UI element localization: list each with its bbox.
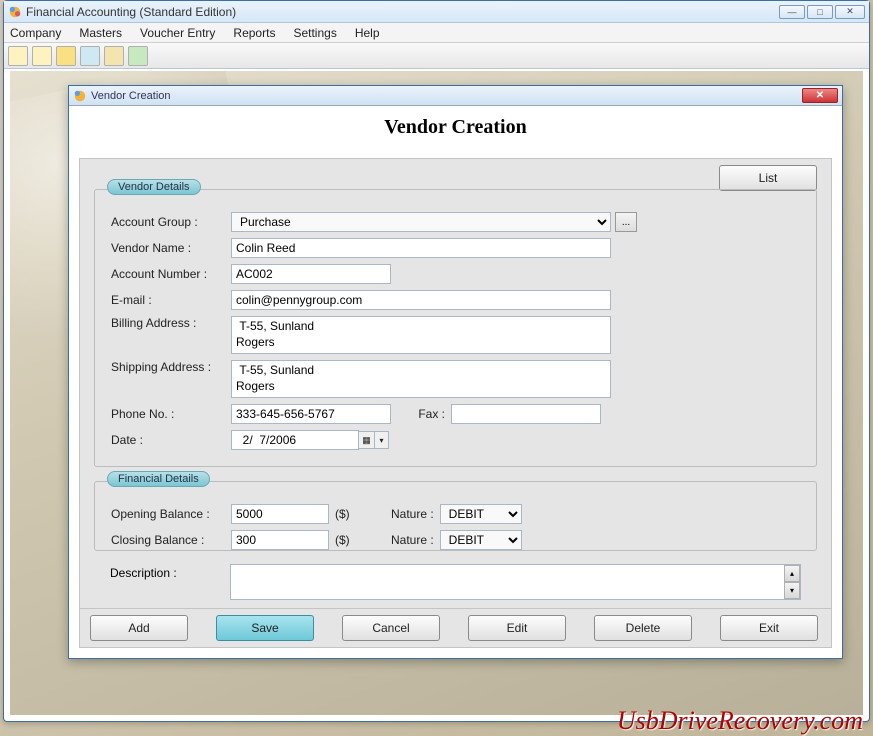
menu-reports[interactable]: Reports <box>233 26 275 40</box>
menu-company[interactable]: Company <box>10 26 61 40</box>
label-nature-open: Nature : <box>350 507 440 521</box>
form-panel: List Vendor Details Account Group : Purc… <box>79 158 832 618</box>
maximize-button[interactable]: □ <box>807 5 833 19</box>
toolbar-icon-6[interactable] <box>128 46 148 66</box>
vendor-details-group: Vendor Details Account Group : Purchase … <box>94 189 817 467</box>
app-icon <box>8 5 22 19</box>
description-row: Description : ▴ ▾ <box>110 564 801 603</box>
dialog-icon <box>73 89 87 103</box>
account-group-browse-button[interactable]: ... <box>615 212 637 232</box>
toolbar-icon-4[interactable] <box>80 46 100 66</box>
label-opening-balance: Opening Balance : <box>111 507 231 521</box>
nature-open-select[interactable]: DEBIT <box>440 504 522 524</box>
scroll-down-icon[interactable]: ▾ <box>784 582 800 599</box>
main-window-title: Financial Accounting (Standard Edition) <box>26 5 236 19</box>
label-billing-address: Billing Address : <box>111 316 231 330</box>
currency-open: ($) <box>335 507 350 521</box>
description-input[interactable] <box>230 564 801 600</box>
label-account-group: Account Group : <box>111 215 231 229</box>
main-titlebar: Financial Accounting (Standard Edition) … <box>4 1 869 23</box>
exit-button[interactable]: Exit <box>720 615 818 641</box>
currency-close: ($) <box>335 533 350 547</box>
cancel-button[interactable]: Cancel <box>342 615 440 641</box>
menubar: Company Masters Voucher Entry Reports Se… <box>4 23 869 43</box>
menu-settings[interactable]: Settings <box>293 26 336 40</box>
menu-masters[interactable]: Masters <box>79 26 122 40</box>
toolbar-icon-5[interactable] <box>104 46 124 66</box>
dialog-heading: Vendor Creation <box>69 106 842 145</box>
closing-balance-input[interactable] <box>231 530 329 550</box>
watermark: UsbDriveRecovery.com <box>617 706 863 736</box>
date-dropdown-icon[interactable]: ▾ <box>375 431 389 449</box>
opening-balance-input[interactable] <box>231 504 329 524</box>
financial-details-legend: Financial Details <box>107 471 210 487</box>
main-window: Financial Accounting (Standard Edition) … <box>3 0 870 722</box>
toolbar-icon-1[interactable] <box>8 46 28 66</box>
phone-input[interactable] <box>231 404 391 424</box>
toolbar-icon-3[interactable] <box>56 46 76 66</box>
vendor-creation-dialog: Vendor Creation ✕ Vendor Creation List V… <box>68 85 843 659</box>
toolbar <box>4 43 869 69</box>
menu-voucher-entry[interactable]: Voucher Entry <box>140 26 215 40</box>
label-nature-close: Nature : <box>350 533 440 547</box>
label-vendor-name: Vendor Name : <box>111 241 231 255</box>
label-description: Description : <box>110 564 230 580</box>
label-date: Date : <box>111 433 231 447</box>
label-email: E-mail : <box>111 293 231 307</box>
financial-details-group: Financial Details Opening Balance : ($) … <box>94 481 817 551</box>
close-button[interactable]: ✕ <box>835 5 865 19</box>
minimize-button[interactable]: — <box>779 5 805 19</box>
add-button[interactable]: Add <box>90 615 188 641</box>
label-shipping-address: Shipping Address : <box>111 360 231 374</box>
list-button[interactable]: List <box>719 165 817 191</box>
label-phone: Phone No. : <box>111 407 231 421</box>
date-input[interactable] <box>231 430 359 450</box>
edit-button[interactable]: Edit <box>468 615 566 641</box>
account-group-select[interactable]: Purchase <box>231 212 611 232</box>
label-closing-balance: Closing Balance : <box>111 533 231 547</box>
save-button[interactable]: Save <box>216 615 314 641</box>
delete-button[interactable]: Delete <box>594 615 692 641</box>
email-input[interactable] <box>231 290 611 310</box>
label-fax: Fax : <box>391 407 451 421</box>
vendor-details-legend: Vendor Details <box>107 179 201 195</box>
calendar-icon[interactable]: ▦ <box>359 431 375 449</box>
shipping-address-input[interactable]: T-55, Sunland Rogers <box>231 360 611 398</box>
menu-help[interactable]: Help <box>355 26 380 40</box>
dialog-title: Vendor Creation <box>91 90 171 102</box>
label-account-number: Account Number : <box>111 267 231 281</box>
dialog-titlebar[interactable]: Vendor Creation ✕ <box>69 86 842 106</box>
scroll-up-icon[interactable]: ▴ <box>784 565 800 582</box>
account-number-input[interactable] <box>231 264 391 284</box>
button-bar: Add Save Cancel Edit Delete Exit <box>79 608 832 648</box>
toolbar-icon-2[interactable] <box>32 46 52 66</box>
nature-close-select[interactable]: DEBIT <box>440 530 522 550</box>
billing-address-input[interactable]: T-55, Sunland Rogers <box>231 316 611 354</box>
fax-input[interactable] <box>451 404 601 424</box>
vendor-name-input[interactable] <box>231 238 611 258</box>
dialog-close-button[interactable]: ✕ <box>802 88 838 103</box>
